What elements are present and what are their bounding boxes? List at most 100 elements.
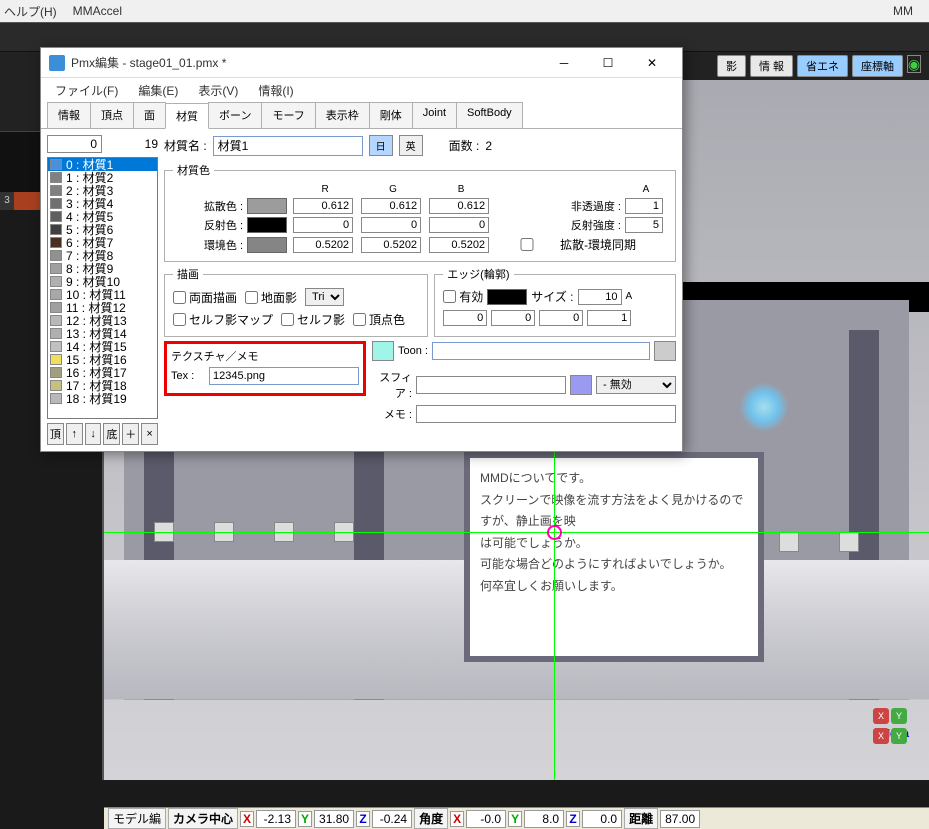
status-ang-x[interactable]: -0.0 (466, 810, 506, 828)
vp-btn-info[interactable]: 情 報 (750, 55, 793, 77)
material-name-label: 材質名 : (164, 137, 207, 154)
status-model-label[interactable]: モデル編 (108, 808, 166, 829)
ambient-color-swatch[interactable] (247, 237, 287, 253)
diffuse-ambient-sync-checkbox[interactable] (497, 238, 557, 251)
screen-line: 何卒宜しくお願いします。 (480, 576, 748, 598)
menu-info[interactable]: 情報(I) (250, 80, 301, 101)
hdr-a: A (625, 184, 667, 195)
status-cam-y[interactable]: 31.80 (314, 810, 354, 828)
sphere-mode-select[interactable]: - 無効 (596, 376, 676, 394)
specular-g-field[interactable] (361, 217, 421, 233)
crosshair-horizontal (104, 532, 929, 533)
tex-field[interactable] (209, 367, 359, 385)
lang-jp-button[interactable]: 日 (369, 135, 393, 156)
edge-b-field[interactable] (539, 310, 583, 326)
edge-color-swatch[interactable] (487, 289, 527, 305)
list-delete-button[interactable]: × (141, 423, 158, 445)
edge-size-field[interactable] (578, 289, 622, 305)
axis-gizmo-2[interactable]: X Y (873, 728, 907, 744)
axis-gizmo[interactable]: X Y (873, 708, 907, 724)
diffuse-color-swatch[interactable] (247, 198, 287, 214)
specular-b-field[interactable] (429, 217, 489, 233)
list-add-button[interactable]: ＋ (122, 423, 139, 445)
vertex-color-checkbox[interactable] (353, 313, 366, 326)
tri-select[interactable]: Tri (305, 288, 344, 306)
tex-swatch[interactable] (372, 341, 394, 361)
tab-表示枠[interactable]: 表示枠 (315, 102, 370, 128)
gizmo-x2-icon[interactable]: X (873, 728, 889, 744)
status-ang-z[interactable]: 0.0 (582, 810, 622, 828)
tab-面[interactable]: 面 (133, 102, 166, 128)
status-ang-y[interactable]: 8.0 (524, 810, 564, 828)
tab-ボーン[interactable]: ボーン (208, 102, 262, 128)
pmx-titlebar[interactable]: Pmx編集 - stage01_01.pmx * ─ ☐ ✕ (41, 48, 682, 78)
tab-Joint[interactable]: Joint (412, 102, 457, 128)
self-shadow-checkbox[interactable] (281, 313, 294, 326)
opacity-field[interactable] (625, 198, 663, 214)
diffuse-r-field[interactable] (293, 198, 353, 214)
edge-r-field[interactable] (443, 310, 487, 326)
tab-モーフ[interactable]: モーフ (261, 102, 315, 128)
status-cam-x[interactable]: -2.13 (256, 810, 296, 828)
diffuse-b-field[interactable] (429, 198, 489, 214)
menu-help[interactable]: ヘルプ(H) (4, 3, 57, 20)
close-button[interactable]: ✕ (630, 52, 674, 74)
tab-材質[interactable]: 材質 (165, 103, 209, 129)
tab-情報[interactable]: 情報 (47, 102, 91, 128)
material-list[interactable]: 0 : 材質11 : 材質22 : 材質33 : 材質44 : 材質55 : 材… (47, 157, 158, 419)
lang-en-button[interactable]: 英 (399, 135, 423, 156)
list-up-button[interactable]: ↑ (66, 423, 83, 445)
diffuse-g-field[interactable] (361, 198, 421, 214)
status-cam-z[interactable]: -0.24 (372, 810, 412, 828)
ambient-label: 環境色 : (173, 237, 243, 253)
menu-view[interactable]: 表示(V) (190, 80, 246, 101)
ambient-g-field[interactable] (361, 237, 421, 253)
toon-field[interactable] (432, 342, 650, 360)
ambient-b-field[interactable] (429, 237, 489, 253)
hdr-b: B (429, 184, 493, 195)
edge-g-field[interactable] (491, 310, 535, 326)
spec-power-field[interactable] (625, 217, 663, 233)
menu-mmaccel[interactable]: MMAccel (73, 4, 122, 18)
vp-btn-eco[interactable]: 省エネ (797, 55, 848, 77)
vp-btn-circle[interactable]: ◉ (907, 55, 921, 73)
material-index-field[interactable] (47, 135, 102, 153)
gizmo-x-icon[interactable]: X (873, 708, 889, 724)
menu-mm[interactable]: MM (893, 4, 913, 18)
tab-剛体[interactable]: 剛体 (369, 102, 413, 128)
spec-power-label: 反射強度 : (497, 217, 621, 233)
diffuse-label: 拡散色 : (173, 198, 243, 214)
gizmo-y-icon[interactable]: Y (891, 708, 907, 724)
list-top-button[interactable]: 頂 (47, 423, 64, 445)
memo-field[interactable] (416, 405, 676, 423)
menu-file[interactable]: ファイル(F) (47, 80, 126, 101)
list-down-button[interactable]: ↓ (85, 423, 102, 445)
sphere-field[interactable] (416, 376, 566, 394)
specular-r-field[interactable] (293, 217, 353, 233)
menu-edit[interactable]: 編集(E) (130, 80, 186, 101)
vp-btn-shadow[interactable]: 影 (717, 55, 746, 77)
hdr-r: R (293, 184, 357, 195)
gizmo-y2-icon[interactable]: Y (891, 728, 907, 744)
material-list-item[interactable]: 18 : 材質19 (48, 392, 157, 405)
status-dist-value[interactable]: 87.00 (660, 810, 700, 828)
maximize-button[interactable]: ☐ (586, 52, 630, 74)
vp-btn-axis[interactable]: 座標軸 (852, 55, 903, 77)
ambient-r-field[interactable] (293, 237, 353, 253)
toon-swatch[interactable] (654, 341, 676, 361)
status-axis-x-icon: X (240, 811, 254, 827)
ground-shadow-checkbox[interactable] (245, 291, 258, 304)
material-name-field[interactable] (213, 136, 363, 156)
minimize-button[interactable]: ─ (542, 52, 586, 74)
sphere-swatch[interactable] (570, 375, 592, 395)
specular-color-swatch[interactable] (247, 217, 287, 233)
self-shadow-map-checkbox[interactable] (173, 313, 186, 326)
edge-a-field[interactable] (587, 310, 631, 326)
edge-enable-checkbox[interactable] (443, 290, 456, 303)
both-faces-checkbox[interactable] (173, 291, 186, 304)
memo-label: メモ : (372, 406, 412, 422)
material-swatch-icon (50, 302, 62, 313)
tab-頂点[interactable]: 頂点 (90, 102, 134, 128)
list-bottom-button[interactable]: 底 (103, 423, 120, 445)
tab-SoftBody[interactable]: SoftBody (456, 102, 523, 128)
